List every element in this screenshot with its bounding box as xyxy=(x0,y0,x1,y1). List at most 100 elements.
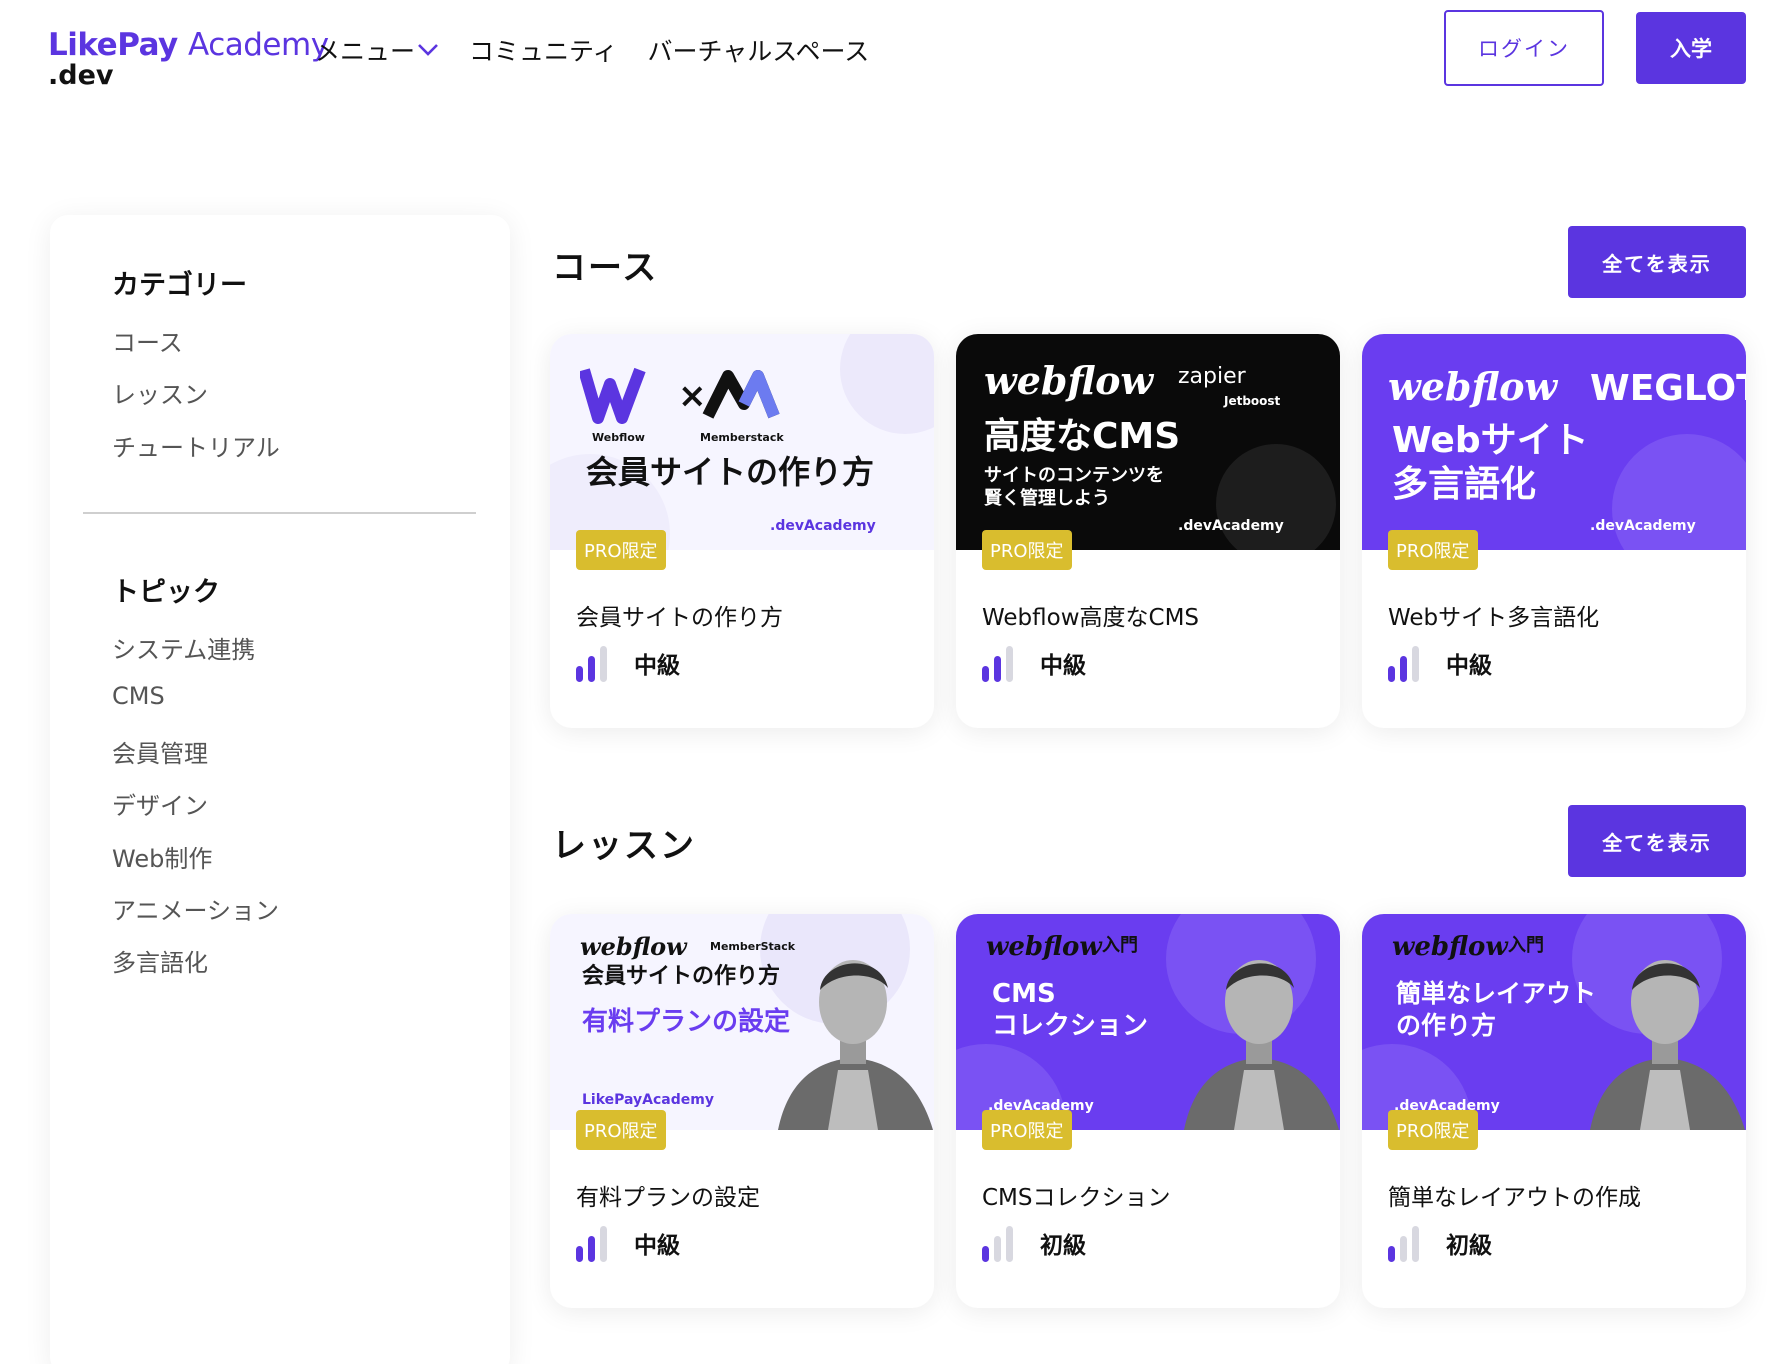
level-bars-icon xyxy=(982,646,1013,682)
lesson-card[interactable]: webflow 入門 CMS コレクション .devAcademy PRO限定 … xyxy=(956,914,1340,1308)
course-card[interactable]: webflow WEGLOT Webサイト 多言語化 .devAcademy P… xyxy=(1362,334,1746,728)
chevron-down-icon xyxy=(418,44,438,56)
thumbnail-headline: コレクション xyxy=(992,1011,1149,1041)
thumbnail-headline: 簡単なレイアウト xyxy=(1396,979,1597,1008)
webflow-wordmark: webflow xyxy=(1388,364,1558,409)
sidebar-item-membership[interactable]: 会員管理 xyxy=(112,734,208,769)
sidebar-item-design[interactable]: デザイン xyxy=(112,786,208,821)
logo-subtitle: .dev xyxy=(48,60,114,91)
level-bar xyxy=(1412,646,1419,682)
level-bar xyxy=(1006,1226,1013,1262)
weglot-wordmark: WEGLOT xyxy=(1590,368,1746,409)
level-bar xyxy=(588,656,595,682)
level-indicator: 中級 xyxy=(576,1224,680,1262)
thumbnail-subline: 賢く管理しよう xyxy=(984,488,1110,509)
webflow-logo-icon xyxy=(580,367,646,424)
level-bars-icon xyxy=(982,1226,1013,1262)
level-bar xyxy=(576,1246,583,1262)
card-title: 有料プランの設定 xyxy=(576,1185,760,1211)
site-logo[interactable]: LikePay Academy .dev xyxy=(48,27,329,91)
card-title: 会員サイトの作り方 xyxy=(576,605,783,631)
level-bar xyxy=(600,1226,607,1262)
level-bar xyxy=(1388,666,1395,682)
thumbnail-footer-logo: .devAcademy xyxy=(770,518,876,534)
thumbnail-footer-logo: .devAcademy xyxy=(1590,518,1696,534)
zapier-wordmark: zapier xyxy=(1178,364,1246,389)
main-nav: メニュー コミュニティ バーチャルスペース xyxy=(315,32,869,68)
thumbnail-subline: サイトのコンテンツを xyxy=(984,465,1164,486)
sidebar-item-cms[interactable]: CMS xyxy=(112,682,165,710)
pro-badge: PRO限定 xyxy=(982,530,1072,570)
sidebar-item-system-integration[interactable]: システム連携 xyxy=(112,630,255,665)
level-bar xyxy=(588,1236,595,1262)
level-bar xyxy=(994,656,1001,682)
course-thumbnail: webflow zapier Jetboost 高度なCMS サイトのコンテンツ… xyxy=(956,334,1340,550)
pro-badge: PRO限定 xyxy=(576,1110,666,1150)
lesson-card[interactable]: webflow 入門 簡単なレイアウト の作り方 .devAcademy PRO… xyxy=(1362,914,1746,1308)
sidebar-item-web-production[interactable]: Web制作 xyxy=(112,839,212,874)
level-bar xyxy=(576,666,583,682)
courses-view-all-button[interactable]: 全てを表示 xyxy=(1568,226,1746,298)
webflow-wordmark: webflow xyxy=(1392,932,1508,962)
level-label: 中級 xyxy=(1040,653,1086,679)
memberstack-logo-icon xyxy=(702,370,780,419)
thumbnail-footer-logo: .devAcademy xyxy=(1178,518,1284,534)
card-title: Webflow高度なCMS xyxy=(982,605,1200,631)
course-thumbnail: webflow WEGLOT Webサイト 多言語化 .devAcademy xyxy=(1362,334,1746,550)
level-label: 中級 xyxy=(634,1233,680,1259)
level-bar xyxy=(1400,1236,1407,1262)
thumbnail-headline: 多言語化 xyxy=(1392,464,1537,505)
level-bar xyxy=(1412,1226,1419,1262)
login-button[interactable]: ログイン xyxy=(1444,10,1604,86)
level-label: 初級 xyxy=(1446,1233,1492,1259)
sidebar-item-lesson[interactable]: レッスン xyxy=(112,375,208,410)
course-card[interactable]: × Webflow Memberstack 会員サイトの作り方 .devAcad… xyxy=(550,334,934,728)
thumbnail-headline: CMS xyxy=(992,979,1056,1009)
instructor-photo xyxy=(1590,960,1745,1130)
join-button[interactable]: 入学 xyxy=(1636,12,1746,84)
pro-badge: PRO限定 xyxy=(1388,530,1478,570)
course-card[interactable]: webflow zapier Jetboost 高度なCMS サイトのコンテンツ… xyxy=(956,334,1340,728)
category-heading: カテゴリー xyxy=(112,270,247,301)
level-indicator: 中級 xyxy=(982,644,1086,682)
level-indicator: 中級 xyxy=(576,644,680,682)
webflow-logo-label: Webflow xyxy=(592,431,645,444)
lessons-view-all-button[interactable]: 全てを表示 xyxy=(1568,805,1746,877)
nav-community[interactable]: コミュニティ xyxy=(469,32,618,68)
thumbnail-headline: Webサイト xyxy=(1392,420,1589,461)
level-bar xyxy=(982,666,989,682)
level-bars-icon xyxy=(1388,1226,1419,1262)
thumbnail-tag: 入門 xyxy=(1508,935,1544,956)
nav-menu-label: メニュー xyxy=(315,37,416,66)
sidebar-item-tutorial[interactable]: チュートリアル xyxy=(112,428,280,463)
logo-wordmark: LikePay Academy xyxy=(48,27,329,63)
lesson-thumbnail: webflow 入門 簡単なレイアウト の作り方 .devAcademy xyxy=(1362,914,1746,1130)
nav-virtual-space[interactable]: バーチャルスペース xyxy=(648,32,870,68)
instructor-photo xyxy=(778,960,933,1130)
pro-badge: PRO限定 xyxy=(1388,1110,1478,1150)
level-bars-icon xyxy=(1388,646,1419,682)
pro-badge: PRO限定 xyxy=(576,530,666,570)
webflow-wordmark: webflow xyxy=(984,358,1154,403)
level-label: 中級 xyxy=(634,653,680,679)
level-bar xyxy=(1006,646,1013,682)
level-indicator: 初級 xyxy=(1388,1224,1492,1262)
sidebar-item-animation[interactable]: アニメーション xyxy=(112,891,279,926)
course-thumbnail: × Webflow Memberstack 会員サイトの作り方 .devAcad… xyxy=(550,334,934,550)
lessons-heading: レッスン xyxy=(552,826,696,866)
level-label: 初級 xyxy=(1040,1233,1086,1259)
level-indicator: 初級 xyxy=(982,1224,1086,1262)
lesson-card[interactable]: webflow MemberStack 会員サイトの作り方 有料プランの設定 L… xyxy=(550,914,934,1308)
card-title: Webサイト多言語化 xyxy=(1388,605,1600,631)
level-bar xyxy=(994,1236,1001,1262)
filter-sidebar: カテゴリー コース レッスン チュートリアル トピック システム連携 CMS 会… xyxy=(50,215,510,1364)
sidebar-item-course[interactable]: コース xyxy=(112,323,183,358)
sidebar-item-localization[interactable]: 多言語化 xyxy=(112,943,208,978)
card-title: 簡単なレイアウトの作成 xyxy=(1388,1185,1641,1211)
thumbnail-headline: 有料プランの設定 xyxy=(582,1007,791,1037)
jetboost-wordmark: Jetboost xyxy=(1224,394,1281,408)
level-label: 中級 xyxy=(1446,653,1492,679)
nav-menu[interactable]: メニュー xyxy=(315,32,439,68)
thumbnail-headline: の作り方 xyxy=(1396,1011,1497,1040)
lesson-thumbnail: webflow MemberStack 会員サイトの作り方 有料プランの設定 L… xyxy=(550,914,934,1130)
